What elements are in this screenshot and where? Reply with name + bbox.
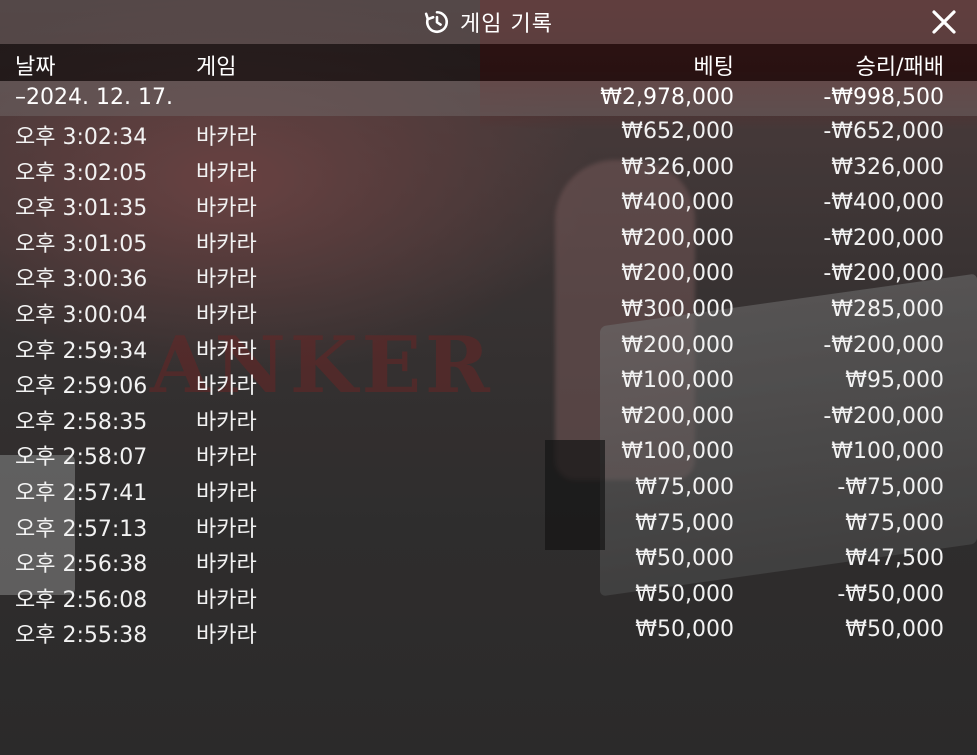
row-result: -₩200,000 <box>823 332 944 358</box>
row-result: -₩200,000 <box>823 261 944 287</box>
history-row: 오후 2:58:35 바카라 ₩200,000 -₩200,000 <box>0 401 977 437</box>
history-row: 오후 2:59:06 바카라 ₩100,000 ₩95,000 <box>0 365 977 401</box>
row-time: 오후 3:02:05 <box>15 160 148 186</box>
title-text: 게임 기록 <box>460 12 553 37</box>
row-time: 오후 3:01:05 <box>15 231 148 257</box>
close-icon <box>932 10 956 34</box>
row-result: -₩200,000 <box>823 225 944 251</box>
row-bet: ₩50,000 <box>635 581 734 607</box>
history-row: 오후 3:02:34 바카라 ₩652,000 -₩652,000 <box>0 116 977 152</box>
row-time: 오후 2:56:38 <box>15 552 148 578</box>
row-time: 오후 2:57:13 <box>15 516 148 542</box>
row-game: 바카라 <box>196 302 257 328</box>
row-time: 오후 3:00:36 <box>15 267 148 293</box>
row-bet: ₩652,000 <box>621 119 734 144</box>
row-bet: ₩400,000 <box>621 190 734 216</box>
row-result: ₩100,000 <box>831 439 944 465</box>
row-game: 바카라 <box>196 587 257 613</box>
row-game: 바카라 <box>196 552 257 578</box>
history-row: 오후 2:57:41 바카라 ₩75,000 -₩75,000 <box>0 472 977 508</box>
row-time: 오후 3:01:35 <box>15 196 148 222</box>
row-bet: ₩50,000 <box>635 617 734 643</box>
history-row: 오후 2:55:38 바카라 ₩50,000 ₩50,000 <box>0 614 977 650</box>
row-time: 오후 2:58:35 <box>15 409 148 435</box>
history-row: 오후 2:56:08 바카라 ₩50,000 -₩50,000 <box>0 579 977 615</box>
history-row: 오후 2:56:38 바카라 ₩50,000 ₩47,500 <box>0 543 977 579</box>
row-time: 오후 2:59:06 <box>15 374 148 400</box>
history-row: 오후 2:59:34 바카라 ₩200,000 -₩200,000 <box>0 330 977 366</box>
panel-title: 게임 기록 <box>0 0 977 44</box>
history-row: 오후 2:57:13 바카라 ₩75,000 ₩75,000 <box>0 508 977 544</box>
column-header-date: 날짜 <box>15 55 56 80</box>
row-game: 바카라 <box>196 480 257 506</box>
history-row: 오후 3:01:35 바카라 ₩400,000 -₩400,000 <box>0 187 977 223</box>
history-row: 오후 3:02:05 바카라 ₩326,000 ₩326,000 <box>0 152 977 188</box>
row-result: -₩75,000 <box>837 474 944 500</box>
row-result: ₩47,500 <box>845 546 944 572</box>
row-result: ₩95,000 <box>845 368 944 394</box>
row-result: -₩50,000 <box>837 581 944 607</box>
column-header-row: 날짜 게임 베팅 승리/패배 <box>0 44 977 81</box>
history-row: 오후 2:58:07 바카라 ₩100,000 ₩100,000 <box>0 436 977 472</box>
row-bet: ₩75,000 <box>635 474 734 500</box>
row-time: 오후 2:59:34 <box>15 338 148 364</box>
row-result: ₩285,000 <box>831 296 944 322</box>
column-header-result: 승리/패배 <box>855 55 944 80</box>
row-game: 바카라 <box>196 409 257 435</box>
row-game: 바카라 <box>196 267 257 293</box>
date-group-total-bet: ₩2,978,000 <box>600 85 734 110</box>
row-game: 바카라 <box>196 374 257 400</box>
row-game: 바카라 <box>196 516 257 542</box>
row-time: 오후 2:55:38 <box>15 623 148 649</box>
row-time: 오후 3:02:34 <box>15 125 148 150</box>
row-game: 바카라 <box>196 445 257 471</box>
row-game: 바카라 <box>196 196 257 222</box>
row-game: 바카라 <box>196 231 257 257</box>
row-result: ₩75,000 <box>845 510 944 536</box>
history-list: 오후 3:02:34 바카라 ₩652,000 -₩652,000 오후 3:0… <box>0 116 977 650</box>
column-header-bet: 베팅 <box>693 55 734 80</box>
date-group-row[interactable]: –2024. 12. 17. ₩2,978,000 -₩998,500 <box>0 81 977 116</box>
close-button[interactable] <box>929 7 959 37</box>
date-group-total-result: -₩998,500 <box>823 85 944 110</box>
row-time: 오후 2:56:08 <box>15 587 148 613</box>
row-time: 오후 3:00:04 <box>15 302 148 328</box>
row-result: ₩326,000 <box>831 154 944 180</box>
row-result: ₩50,000 <box>845 617 944 643</box>
row-time: 오후 2:57:41 <box>15 480 148 506</box>
row-bet: ₩100,000 <box>621 439 734 465</box>
date-group-label: –2024. 12. 17. <box>15 85 173 110</box>
row-bet: ₩326,000 <box>621 154 734 180</box>
row-result: -₩652,000 <box>823 119 944 144</box>
row-result: -₩200,000 <box>823 403 944 429</box>
row-result: -₩400,000 <box>823 190 944 216</box>
row-game: 바카라 <box>196 338 257 364</box>
row-bet: ₩200,000 <box>621 332 734 358</box>
row-bet: ₩100,000 <box>621 368 734 394</box>
history-row: 오후 3:00:36 바카라 ₩200,000 -₩200,000 <box>0 258 977 294</box>
row-bet: ₩300,000 <box>621 296 734 322</box>
history-icon <box>424 9 450 35</box>
row-time: 오후 2:58:07 <box>15 445 148 471</box>
row-game: 바카라 <box>196 623 257 649</box>
row-bet: ₩200,000 <box>621 403 734 429</box>
row-bet: ₩200,000 <box>621 225 734 251</box>
row-game: 바카라 <box>196 160 257 186</box>
row-game: 바카라 <box>196 125 257 150</box>
history-row: 오후 3:00:04 바카라 ₩300,000 ₩285,000 <box>0 294 977 330</box>
column-header-game: 게임 <box>196 55 237 80</box>
row-bet: ₩200,000 <box>621 261 734 287</box>
history-row: 오후 3:01:05 바카라 ₩200,000 -₩200,000 <box>0 223 977 259</box>
row-bet: ₩75,000 <box>635 510 734 536</box>
row-bet: ₩50,000 <box>635 546 734 572</box>
